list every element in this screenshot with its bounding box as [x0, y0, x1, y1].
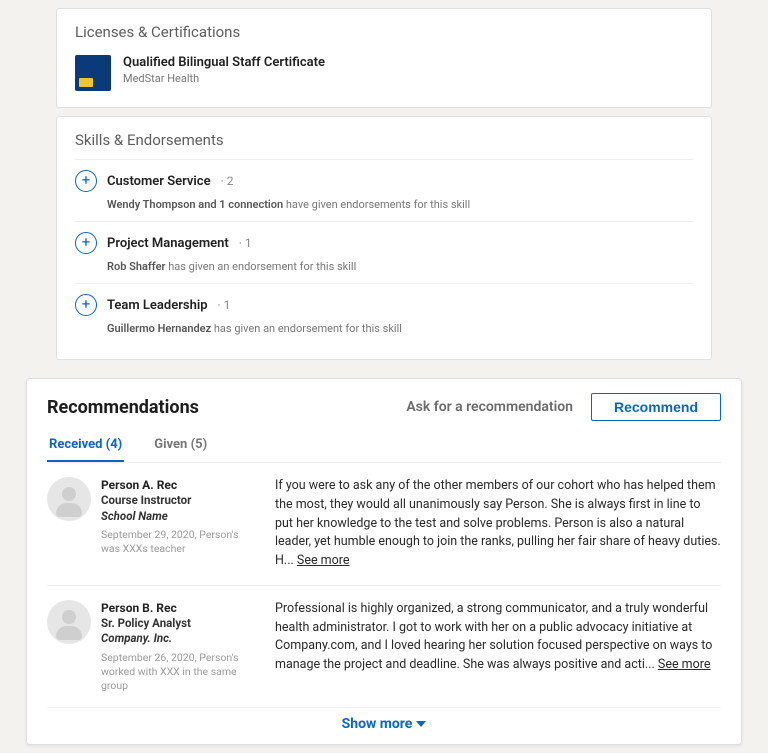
skill-endorsers: Rob Shaffer has given an endorsement for…: [107, 260, 693, 273]
chevron-down-icon: [416, 721, 426, 727]
skill-endorsers: Guillermo Hernandez has given an endorse…: [107, 322, 693, 335]
recommendations-card: Recommendations Ask for a recommendation…: [26, 378, 742, 745]
skill-count: · 1: [239, 236, 252, 250]
recommendations-title: Recommendations: [47, 397, 199, 418]
licenses-title: Licenses & Certifications: [75, 23, 693, 41]
tab-given[interactable]: Given (5): [152, 431, 209, 462]
skills-title: Skills & Endorsements: [75, 131, 693, 149]
recommendation-tabs: Received (4) Given (5): [47, 431, 721, 463]
recommender-role: Sr. Policy Analyst: [101, 616, 257, 632]
recommender-name[interactable]: Person B. Rec: [101, 600, 257, 616]
tab-received[interactable]: Received (4): [47, 431, 124, 462]
skill-name[interactable]: Team Leadership: [107, 298, 208, 313]
skill-row: + Project Management · 1 Rob Shaffer has…: [75, 221, 693, 283]
recommender-org: School Name: [101, 509, 257, 525]
recommender-name[interactable]: Person A. Rec: [101, 477, 257, 493]
see-more-link[interactable]: See more: [658, 657, 711, 672]
license-issuer: MedStar Health: [123, 72, 325, 85]
endorse-plus-button[interactable]: +: [75, 232, 97, 254]
see-more-link[interactable]: See more: [297, 553, 350, 568]
license-name: Qualified Bilingual Staff Certificate: [123, 55, 325, 70]
avatar[interactable]: [47, 600, 91, 644]
recommendation-text: If you were to ask any of the other memb…: [275, 477, 721, 571]
skill-count: · 1: [218, 298, 231, 312]
skill-name[interactable]: Project Management: [107, 236, 229, 251]
skill-endorsers: Wendy Thompson and 1 connection have giv…: [107, 198, 693, 211]
licenses-card: Licenses & Certifications Qualified Bili…: [56, 8, 712, 108]
avatar[interactable]: [47, 477, 91, 521]
recommendation-date: September 26, 2020, Person's worked with…: [101, 651, 257, 694]
license-badge-icon: [75, 55, 111, 91]
recommender-org: Company. Inc.: [101, 631, 257, 647]
recommend-button[interactable]: Recommend: [591, 393, 721, 421]
skill-name[interactable]: Customer Service: [107, 174, 211, 189]
endorse-plus-button[interactable]: +: [75, 170, 97, 192]
recommendation-date: September 29, 2020, Person's was XXXs te…: [101, 528, 257, 556]
show-more-button[interactable]: Show more: [47, 708, 721, 734]
recommendation-item: Person A. Rec Course Instructor School N…: [47, 463, 721, 586]
recommendation-text: Professional is highly organized, a stro…: [275, 600, 721, 694]
recommender-role: Course Instructor: [101, 493, 257, 509]
skills-card: Skills & Endorsements + Customer Service…: [56, 116, 712, 360]
ask-recommendation-link[interactable]: Ask for a recommendation: [406, 399, 573, 415]
license-item[interactable]: Qualified Bilingual Staff Certificate Me…: [75, 51, 693, 93]
skill-row: + Customer Service · 2 Wendy Thompson an…: [75, 159, 693, 221]
recommendation-item: Person B. Rec Sr. Policy Analyst Company…: [47, 586, 721, 709]
skill-count: · 2: [221, 174, 234, 188]
endorse-plus-button[interactable]: +: [75, 294, 97, 316]
skill-row: + Team Leadership · 1 Guillermo Hernande…: [75, 283, 693, 345]
